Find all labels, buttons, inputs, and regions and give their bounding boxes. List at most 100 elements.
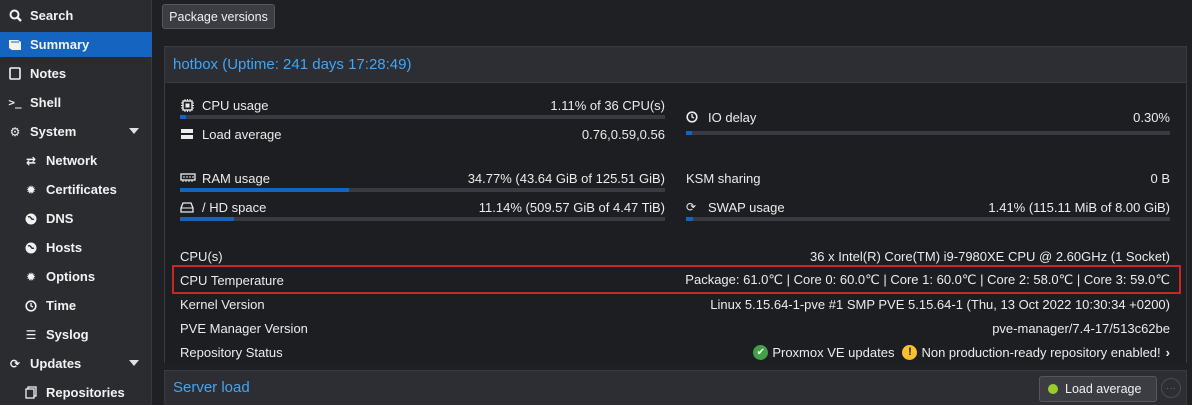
sidebar-item-label: Repositories bbox=[46, 385, 125, 400]
ram-usage-row: RAM usage bbox=[180, 169, 270, 187]
sidebar-item-label: Search bbox=[30, 8, 74, 23]
ram-usage-value: 34.77% (43.64 GiB of 125.51 GiB) bbox=[467, 170, 665, 186]
sidebar-item-updates[interactable]: ⟳ Updates bbox=[0, 351, 152, 376]
sidebar-item-label: Notes bbox=[30, 66, 67, 81]
server-load-title: Server load bbox=[173, 379, 250, 396]
cpus-label: CPU(s) bbox=[180, 248, 223, 264]
legend-dot-icon bbox=[1048, 384, 1058, 394]
sidebar-item-label: Shell bbox=[30, 95, 62, 110]
ksm-sharing-value: 0 B bbox=[1150, 170, 1170, 186]
sidebar-item-notes[interactable]: Notes bbox=[0, 61, 152, 86]
sidebar-item-repositories[interactable]: Repositories bbox=[0, 380, 152, 405]
sidebar-item-time[interactable]: Time bbox=[0, 293, 152, 318]
server-load-panel: Server load Load average ··· bbox=[164, 370, 1187, 405]
io-delay-bar-fill bbox=[686, 131, 692, 135]
sidebar-item-search[interactable]: Search bbox=[0, 3, 152, 28]
swap-usage-bar-fill bbox=[686, 217, 693, 221]
load-average-row: Load average bbox=[180, 125, 282, 143]
kernel-version-row: Kernel Version bbox=[180, 295, 265, 313]
repository-status-value[interactable]: ✔ Proxmox VE updates ! Non production-re… bbox=[600, 343, 1170, 361]
pve-manager-version-label: PVE Manager Version bbox=[180, 320, 308, 336]
sidebar-item-system[interactable]: ⚙ System bbox=[0, 119, 152, 144]
sidebar: Search Summary Notes >_ Shell ⚙ System ⇄… bbox=[0, 0, 152, 405]
package-versions-button[interactable]: Package versions bbox=[162, 4, 275, 29]
io-delay-row: IO delay bbox=[686, 108, 756, 126]
sidebar-item-shell[interactable]: >_ Shell bbox=[0, 90, 152, 115]
sidebar-item-dns[interactable]: DNS bbox=[0, 206, 152, 231]
sidebar-item-label: Options bbox=[46, 269, 96, 284]
sidebar-item-label: Time bbox=[46, 298, 77, 313]
sidebar-item-label: System bbox=[30, 124, 77, 139]
panel-header: hotbox (Uptime: 241 days 17:28:49) bbox=[165, 47, 1186, 83]
list-icon: ☰ bbox=[25, 327, 37, 342]
exchange-icon: ⇄ bbox=[25, 153, 37, 168]
chevron-right-icon[interactable]: › bbox=[1166, 345, 1170, 360]
load-average-button-label: Load average bbox=[1065, 382, 1142, 396]
cpus-row: CPU(s) bbox=[180, 247, 223, 265]
more-icon[interactable]: ··· bbox=[1161, 378, 1181, 398]
refresh-icon: ⟳ bbox=[9, 356, 21, 371]
sidebar-item-summary[interactable]: Summary bbox=[0, 32, 152, 57]
clock-icon bbox=[23, 298, 39, 314]
io-delay-value: 0.30% bbox=[1133, 109, 1170, 125]
sidebar-item-options[interactable]: ✹ Options bbox=[0, 264, 152, 289]
ksm-sharing-label: KSM sharing bbox=[686, 170, 761, 186]
pve-manager-version-value: pve-manager/7.4-17/513c62be bbox=[992, 320, 1170, 336]
check-icon: ✔ bbox=[753, 344, 769, 360]
sidebar-item-syslog[interactable]: ☰ Syslog bbox=[0, 322, 152, 347]
hd-space-label: / HD space bbox=[202, 199, 267, 215]
sidebar-item-label: Hosts bbox=[46, 240, 83, 255]
hd-space-bar-fill bbox=[180, 217, 235, 221]
repository-status-label: Repository Status bbox=[180, 344, 283, 360]
chevron-down-icon[interactable] bbox=[129, 360, 139, 366]
globe-icon bbox=[23, 211, 39, 227]
io-delay-bar bbox=[686, 131, 1170, 135]
globe-icon bbox=[23, 240, 39, 256]
certificate-icon: ✹ bbox=[25, 182, 37, 197]
pve-manager-version-row: PVE Manager Version bbox=[180, 319, 308, 337]
clock-icon bbox=[686, 111, 704, 123]
swap-usage-row: ⟳ SWAP usage bbox=[686, 198, 785, 216]
sidebar-item-label: Syslog bbox=[46, 327, 89, 342]
refresh-icon: ⟳ bbox=[686, 200, 697, 214]
warning-icon: ! bbox=[902, 344, 918, 360]
memory-icon bbox=[180, 173, 198, 183]
ram-usage-bar-fill bbox=[180, 188, 349, 192]
swap-usage-bar bbox=[686, 217, 1170, 221]
io-delay-label: IO delay bbox=[708, 109, 757, 125]
load-average-button[interactable]: Load average bbox=[1039, 376, 1157, 402]
chip-icon bbox=[180, 98, 198, 113]
sidebar-item-hosts[interactable]: Hosts bbox=[0, 235, 152, 260]
cpu-temperature-row: CPU Temperature bbox=[180, 271, 284, 289]
sidebar-item-label: Network bbox=[46, 153, 98, 168]
hd-space-bar bbox=[180, 217, 665, 221]
cpu-temperature-value: Package: 61.0℃ | Core 0: 60.0℃ | Core 1:… bbox=[685, 272, 1170, 287]
sidebar-item-network[interactable]: ⇄ Network bbox=[0, 148, 152, 173]
ram-usage-label: RAM usage bbox=[202, 170, 270, 186]
terminal-icon: >_ bbox=[8, 96, 22, 109]
hd-space-value: 11.14% (509.57 GiB of 4.47 TiB) bbox=[478, 199, 665, 215]
page-title: hotbox (Uptime: 241 days 17:28:49) bbox=[173, 56, 412, 73]
repository-status-row: Repository Status bbox=[180, 343, 283, 361]
sidebar-item-label: Summary bbox=[30, 37, 90, 52]
chevron-down-icon[interactable] bbox=[129, 128, 139, 134]
cpu-usage-label: CPU usage bbox=[202, 97, 269, 113]
search-icon bbox=[7, 8, 23, 24]
ksm-sharing-row: KSM sharing bbox=[686, 169, 760, 187]
sidebar-item-label: Updates bbox=[30, 356, 82, 371]
swap-usage-label: SWAP usage bbox=[708, 199, 785, 215]
gear-icon: ✹ bbox=[25, 269, 37, 284]
kernel-version-value: Linux 5.15.64-1-pve #1 SMP PVE 5.15.64-1… bbox=[710, 296, 1170, 312]
hdd-icon bbox=[180, 201, 198, 213]
book-icon bbox=[7, 37, 23, 53]
sidebar-item-certificates[interactable]: ✹ Certificates bbox=[0, 177, 152, 202]
load-average-label: Load average bbox=[202, 126, 282, 142]
ram-usage-bar bbox=[180, 188, 665, 192]
sidebar-item-label: DNS bbox=[46, 211, 74, 226]
cpu-usage-row: CPU usage bbox=[180, 96, 268, 114]
load-average-value: 0.76,0.59,0.56 bbox=[581, 126, 665, 142]
gears-icon: ⚙ bbox=[9, 124, 21, 139]
cpu-usage-bar bbox=[180, 115, 665, 119]
hd-space-row: / HD space bbox=[180, 198, 266, 216]
cpus-value: 36 x Intel(R) Core(TM) i9-7980XE CPU @ 2… bbox=[810, 248, 1170, 264]
